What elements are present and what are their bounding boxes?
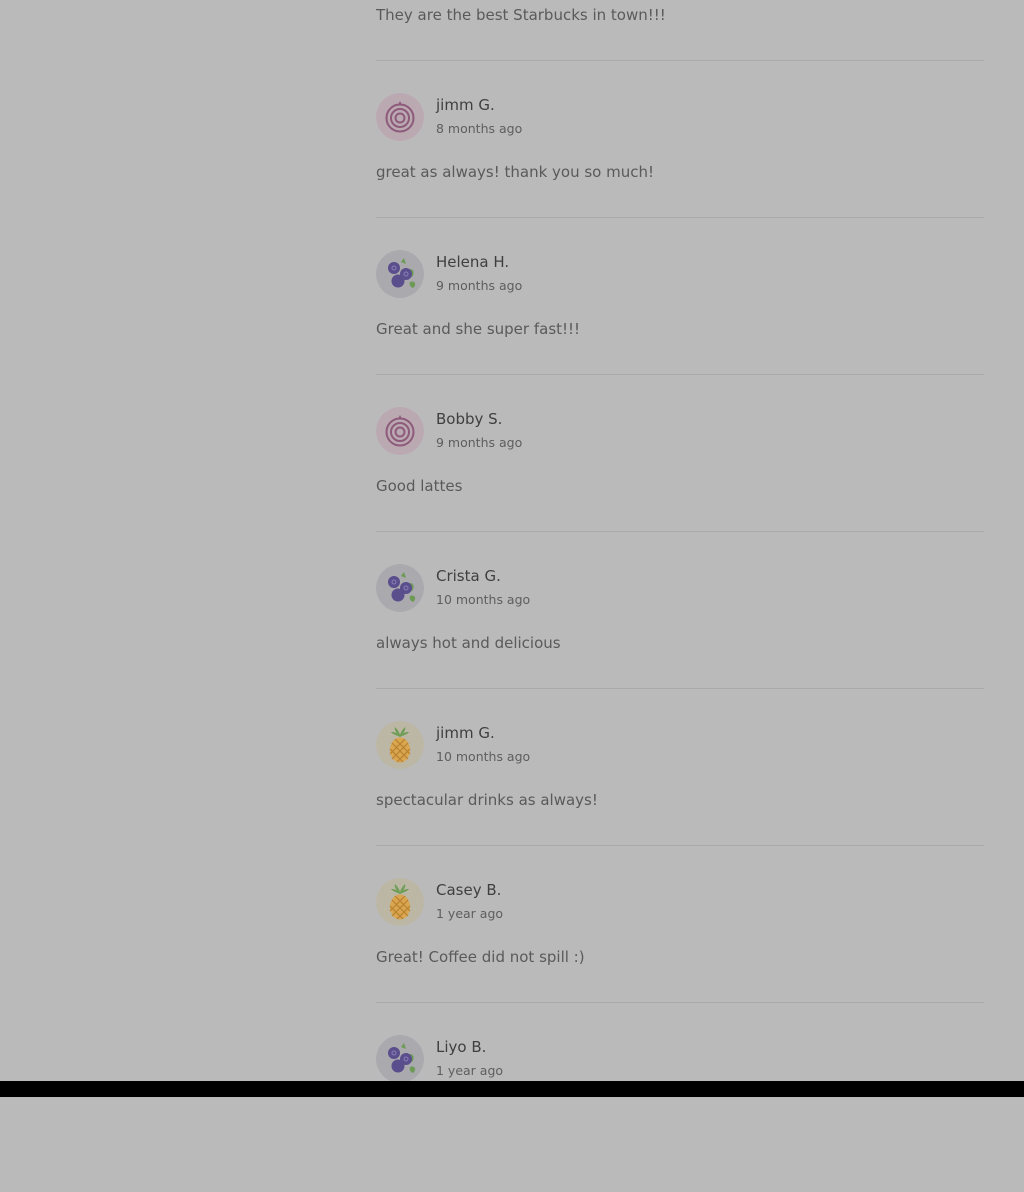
- divider: [376, 374, 984, 375]
- reviewer-name: jimm G.: [436, 96, 495, 114]
- review-timestamp: 9 months ago: [436, 435, 523, 450]
- reviewer-name: Helena H.: [436, 253, 510, 271]
- divider: [376, 1002, 984, 1003]
- reviewer-name: Bobby S.: [436, 410, 503, 428]
- review-item: Casey B. 1 year ago Great! Coffee did no…: [376, 878, 984, 1035]
- reviewer-name: Casey B.: [436, 881, 502, 899]
- divider: [376, 217, 984, 218]
- reviewer-name: Crista G.: [436, 567, 501, 585]
- review-comment: great as always! thank you so much!: [376, 163, 655, 181]
- review-timestamp: 8 months ago: [436, 121, 523, 136]
- onion-icon: [376, 407, 424, 455]
- review-item: Liyo B. 1 year ago: [376, 1035, 984, 1192]
- review-timestamp: 1 year ago: [436, 1063, 504, 1078]
- divider: [376, 531, 984, 532]
- review-comment: Great! Coffee did not spill :): [376, 948, 585, 966]
- review-item: jimm G. 8 months ago great as always! th…: [376, 93, 984, 250]
- review-comment: always hot and delicious: [376, 634, 561, 652]
- review-comment: They are the best Starbucks in town!!!: [376, 6, 666, 24]
- review-item: Helena H. 9 months ago Great and she sup…: [376, 250, 984, 407]
- review-comment: Good lattes: [376, 477, 463, 495]
- blueberry-icon: [376, 564, 424, 612]
- reviewer-name: jimm G.: [436, 724, 495, 742]
- review-comment: Great and she super fast!!!: [376, 320, 581, 338]
- onion-icon: [376, 93, 424, 141]
- divider: [376, 688, 984, 689]
- review-item: Crista G. 10 months ago always hot and d…: [376, 564, 984, 721]
- review-timestamp: 10 months ago: [436, 749, 531, 764]
- bottom-bar: [0, 1081, 1024, 1097]
- blueberry-icon: [376, 1035, 424, 1083]
- reviewer-name: Liyo B.: [436, 1038, 487, 1056]
- divider: [376, 845, 984, 846]
- pineapple-icon: [376, 878, 424, 926]
- review-item: Bobby S. 9 months ago Good lattes: [376, 407, 984, 564]
- review-comment: spectacular drinks as always!: [376, 791, 598, 809]
- divider: [376, 60, 984, 61]
- review-timestamp: 9 months ago: [436, 278, 523, 293]
- review-timestamp: 1 year ago: [436, 906, 504, 921]
- review-timestamp: 10 months ago: [436, 592, 531, 607]
- review-item: jimm G. 10 months ago spectacular drinks…: [376, 721, 984, 878]
- pineapple-icon: [376, 721, 424, 769]
- blueberry-icon: [376, 250, 424, 298]
